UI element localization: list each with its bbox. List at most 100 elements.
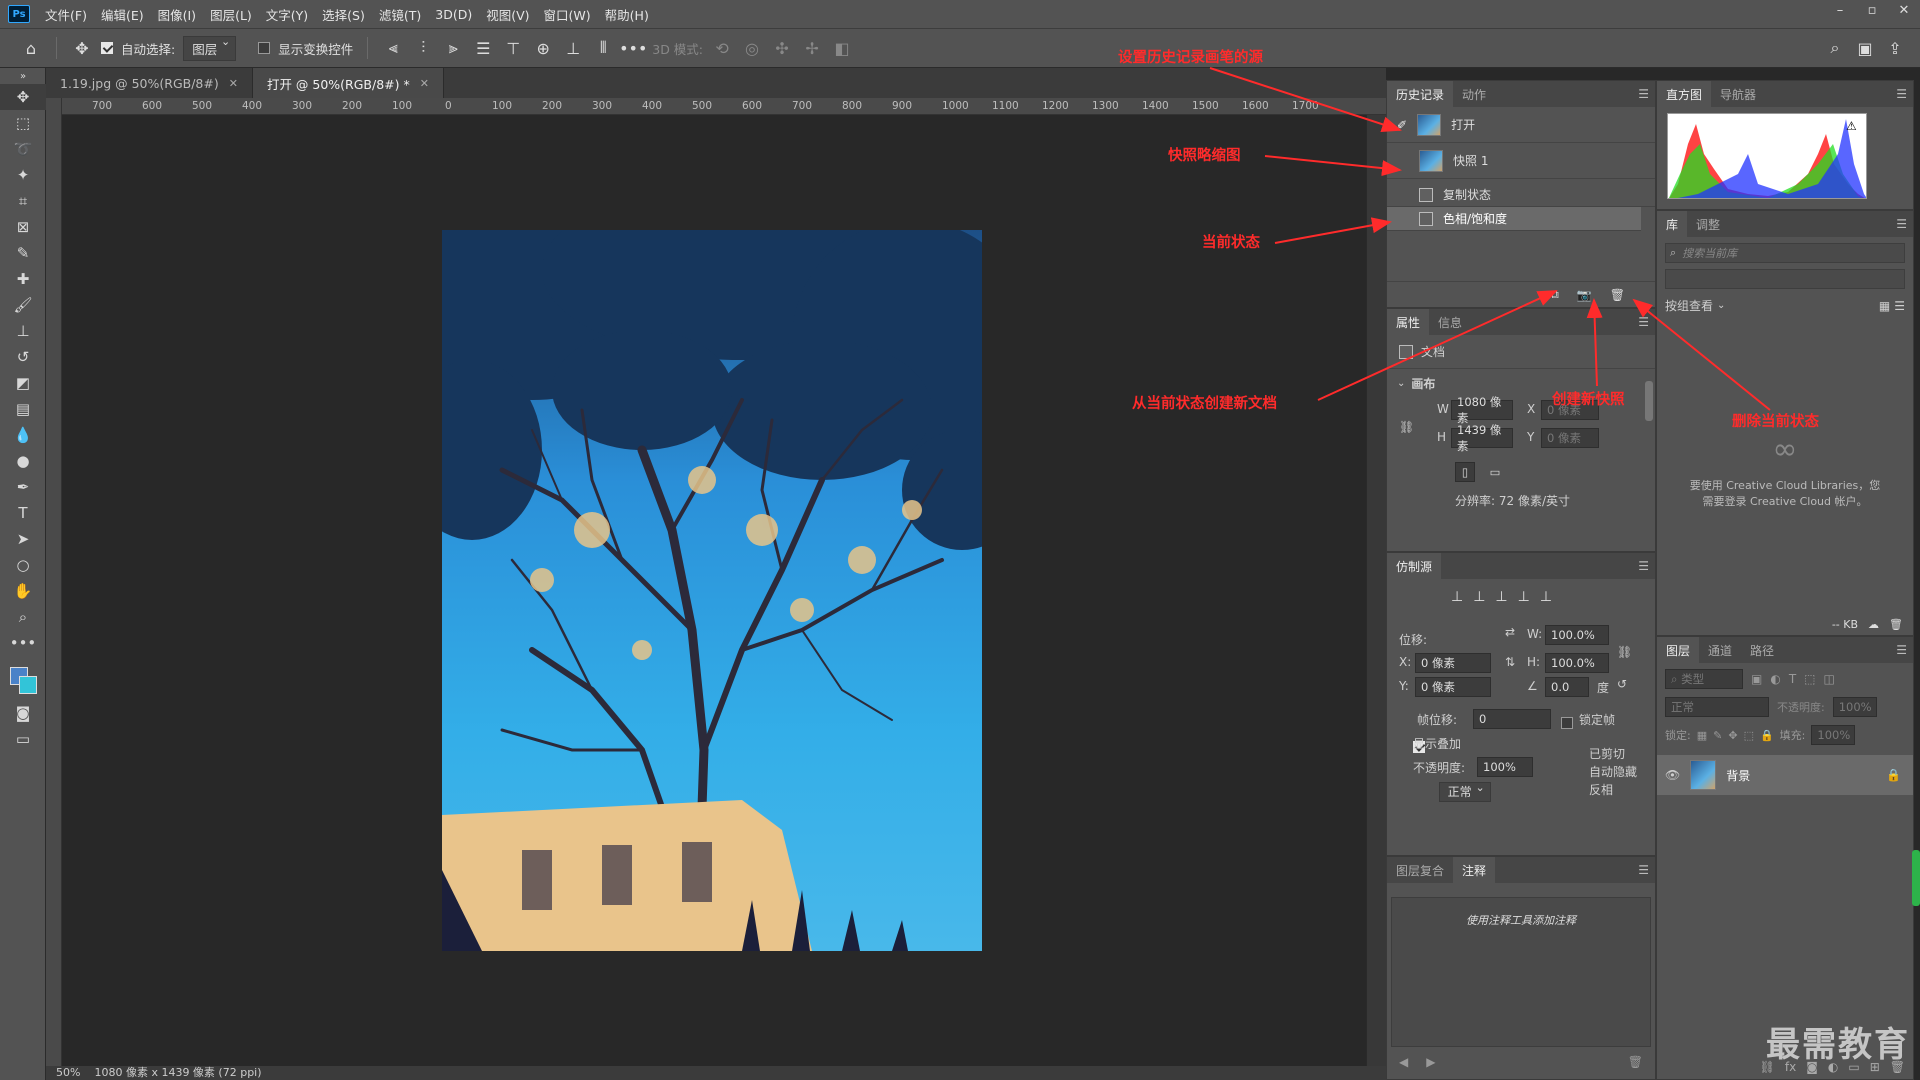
tab-clone-source[interactable]: 仿制源 [1387, 553, 1442, 579]
brush-tool-icon[interactable]: 🖌 [0, 292, 46, 318]
clone-h-field[interactable]: 100.0% [1545, 653, 1609, 673]
close-icon[interactable]: ✕ [420, 77, 429, 90]
fill-field[interactable]: 100% [1811, 725, 1856, 745]
horizontal-ruler[interactable]: 700 600 500 400 300 200 100 0 100 200 30… [62, 98, 1386, 115]
filter-type-icon[interactable]: T [1789, 672, 1796, 686]
tab-layers[interactable]: 图层 [1657, 637, 1700, 663]
shape-tool-icon[interactable]: ○ [0, 552, 46, 578]
link-icon[interactable]: ⛓ [1617, 645, 1632, 659]
lock-transparent-icon[interactable]: ▦ [1697, 729, 1707, 742]
tab-layer-comps[interactable]: 图层复合 [1387, 857, 1453, 883]
layer-filter-dropdown[interactable]: ⌕ 类型 [1665, 669, 1743, 689]
flip-horizontal-icon[interactable]: ⇄ [1505, 625, 1515, 639]
clone-stamp-tool-icon[interactable]: ⊥ [0, 318, 46, 344]
eraser-tool-icon[interactable]: ◩ [0, 370, 46, 396]
align-top-icon[interactable]: ⊤ [502, 37, 524, 59]
panel-menu-icon[interactable]: ☰ [1638, 87, 1649, 101]
show-transform-checkbox[interactable] [258, 42, 271, 54]
search-icon[interactable]: ⌕ [1824, 37, 1846, 59]
delete-icon[interactable]: 🗑 [1889, 618, 1903, 631]
panel-menu-icon[interactable]: ☰ [1896, 643, 1907, 657]
lasso-tool-icon[interactable]: ➰ [0, 136, 46, 162]
workspace-icon[interactable]: ▣ [1854, 37, 1876, 59]
clone-source-2-icon[interactable]: ⊥ [1473, 589, 1485, 605]
create-snapshot-icon[interactable]: 📷 [1577, 288, 1592, 302]
minimize-icon[interactable]: – [1824, 0, 1856, 22]
pen-tool-icon[interactable]: ✒ [0, 474, 46, 500]
y-field[interactable]: 0 像素 [1541, 428, 1599, 448]
panel-menu-icon[interactable]: ☰ [1896, 217, 1907, 231]
lock-position-icon[interactable]: ✥ [1728, 729, 1737, 742]
menu-image[interactable]: 图像(I) [151, 5, 203, 24]
panel-menu-icon[interactable]: ☰ [1638, 559, 1649, 573]
close-icon[interactable]: ✕ [1888, 0, 1920, 22]
clone-source-5-icon[interactable]: ⊥ [1540, 589, 1552, 605]
canvas-scrollbar[interactable] [1366, 115, 1386, 1070]
type-tool-icon[interactable]: T [0, 500, 46, 526]
clone-source-1-icon[interactable]: ⊥ [1451, 589, 1463, 605]
zoom-tool-icon[interactable]: ⌕ [0, 604, 46, 630]
tab-adjustments[interactable]: 调整 [1687, 211, 1729, 237]
move-tool-icon[interactable]: ✥ [0, 84, 46, 110]
distribute-vertical-icon[interactable]: ⦀ [592, 37, 614, 59]
quick-mask-icon[interactable]: ◙ [0, 700, 46, 726]
menu-layer[interactable]: 图层(L) [203, 5, 259, 24]
menu-select[interactable]: 选择(S) [315, 5, 372, 24]
dodge-tool-icon[interactable]: ● [0, 448, 46, 474]
properties-scrollbar[interactable] [1645, 381, 1653, 421]
tab-notes[interactable]: 注释 [1453, 857, 1496, 883]
overlay-blend-dropdown[interactable]: 正常 [1438, 782, 1491, 802]
visibility-eye-icon[interactable]: 👁 [1665, 768, 1680, 782]
3d-slide-icon[interactable]: ✢ [801, 37, 823, 59]
history-state-hue-saturation[interactable]: 色相/饱和度 [1387, 207, 1641, 231]
menu-type[interactable]: 文字(Y) [259, 5, 315, 24]
close-icon[interactable]: ✕ [229, 77, 238, 90]
clone-w-field[interactable]: 100.0% [1545, 625, 1609, 645]
doc-tab-1[interactable]: 1.19.jpg @ 50%(RGB/8#) ✕ [46, 68, 253, 98]
document-info[interactable]: 1080 像素 x 1439 像素 (72 ppi) [94, 1066, 261, 1080]
frame-offset-field[interactable]: 0 [1473, 709, 1551, 729]
collapse-toolbar-icon[interactable]: » [0, 68, 46, 84]
maximize-icon[interactable]: ▫ [1856, 0, 1888, 22]
3d-drag-icon[interactable]: ✣ [771, 37, 793, 59]
grid-view-icon[interactable]: ▦ [1879, 299, 1890, 313]
document-image[interactable] [442, 230, 982, 951]
tab-navigator[interactable]: 导航器 [1711, 81, 1765, 107]
history-brush-source-icon[interactable]: ✐ [1397, 118, 1407, 132]
menu-help[interactable]: 帮助(H) [598, 5, 656, 24]
clone-y-field[interactable]: 0 像素 [1415, 677, 1491, 697]
previous-note-icon[interactable]: ◀ [1399, 1055, 1408, 1069]
menu-view[interactable]: 视图(V) [479, 5, 536, 24]
panel-menu-icon[interactable]: ☰ [1896, 87, 1907, 101]
menu-3d[interactable]: 3D(D) [428, 7, 479, 22]
distribute-icon[interactable]: ☰ [472, 37, 494, 59]
lock-frame-checkbox[interactable] [1561, 716, 1573, 729]
lock-all-icon[interactable]: 🔒 [1760, 729, 1774, 742]
flip-vertical-icon[interactable]: ⇅ [1505, 655, 1515, 669]
blur-tool-icon[interactable]: 💧 [0, 422, 46, 448]
new-document-from-state-icon[interactable]: ⧉ [1550, 287, 1559, 302]
hand-tool-icon[interactable]: ✋ [0, 578, 46, 604]
landscape-icon[interactable]: ▭ [1485, 462, 1505, 482]
home-icon[interactable]: ⌂ [20, 37, 42, 59]
tab-actions[interactable]: 动作 [1453, 81, 1495, 107]
menu-edit[interactable]: 编辑(E) [94, 5, 151, 24]
library-search[interactable]: ⌕ 搜索当前库 [1665, 243, 1905, 263]
healing-brush-tool-icon[interactable]: ✚ [0, 266, 46, 292]
lock-pixels-icon[interactable]: ✎ [1713, 729, 1722, 742]
library-search-input[interactable]: 搜索当前库 [1682, 245, 1737, 261]
filter-shape-icon[interactable]: ⬚ [1804, 672, 1815, 686]
list-view-icon[interactable]: ☰ [1894, 299, 1905, 313]
reset-transform-icon[interactable]: ↺ [1617, 677, 1627, 691]
3d-rotate-icon[interactable]: ⟲ [711, 37, 733, 59]
magic-wand-tool-icon[interactable]: ✦ [0, 162, 46, 188]
auto-select-checkbox[interactable] [101, 42, 113, 54]
vertical-ruler[interactable] [46, 98, 62, 1070]
overlay-opacity-field[interactable]: 100% [1477, 757, 1533, 777]
menu-filter[interactable]: 滤镜(T) [372, 5, 428, 24]
delete-note-icon[interactable]: 🗑 [1628, 1055, 1643, 1069]
eyedropper-tool-icon[interactable]: ✎ [0, 240, 46, 266]
tab-history[interactable]: 历史记录 [1387, 81, 1454, 107]
library-select[interactable] [1665, 269, 1905, 289]
tab-channels[interactable]: 通道 [1699, 637, 1741, 663]
